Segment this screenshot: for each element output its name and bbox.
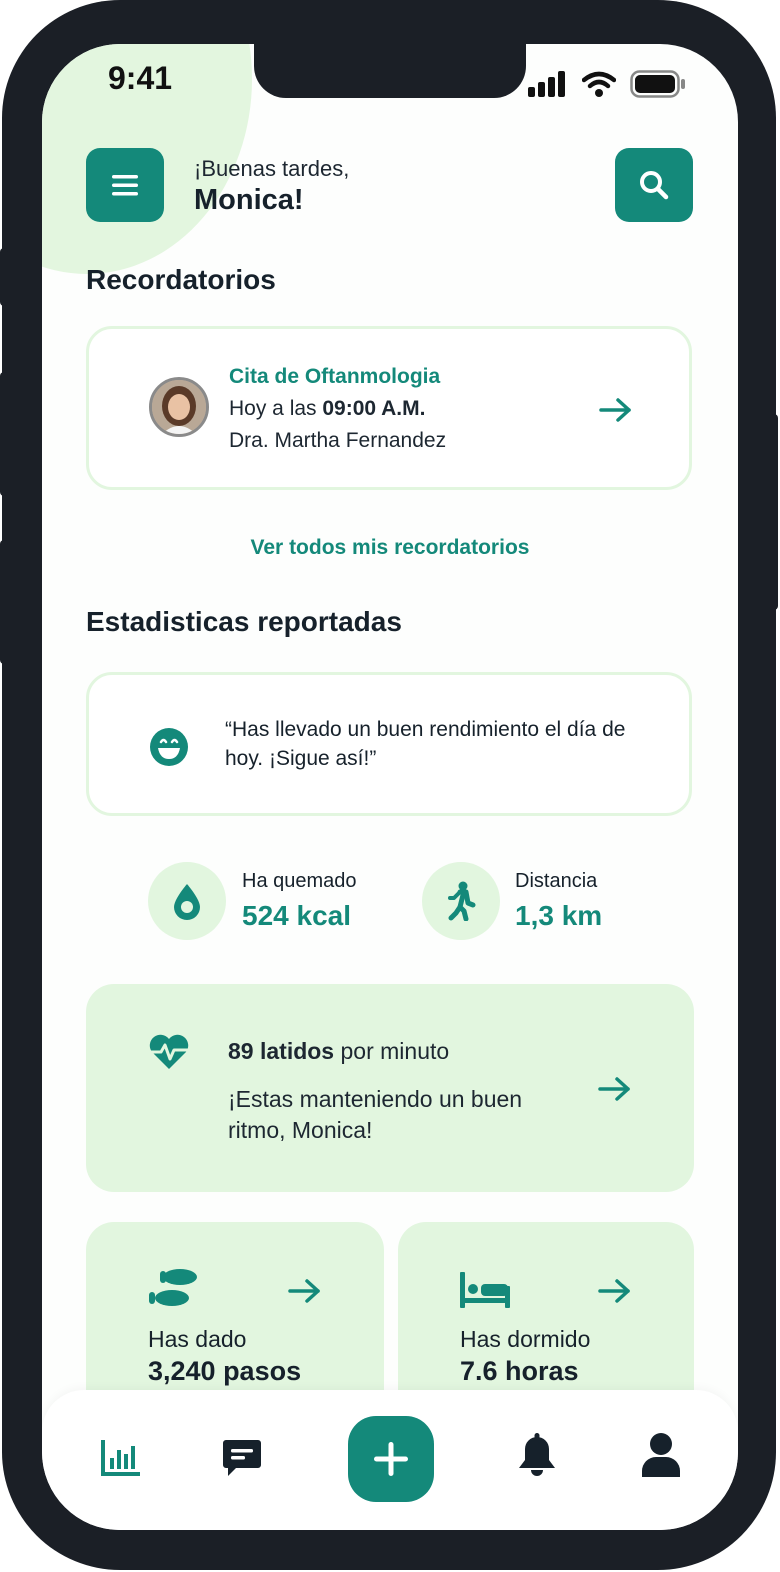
- distance-icon-circle: [422, 862, 500, 940]
- user-name: Monica!: [194, 184, 304, 216]
- doctor-avatar: [149, 377, 209, 437]
- heart-pulse-icon: [148, 1034, 190, 1069]
- heart-rate-card[interactable]: 89 latidos por minuto ¡Estas manteniendo…: [86, 984, 694, 1192]
- nav-notifications[interactable]: [512, 1430, 562, 1480]
- arrow-right-icon[interactable]: [599, 397, 633, 423]
- sleep-value: 7.6 horas: [460, 1356, 579, 1386]
- see-all-reminders-link[interactable]: Ver todos mis recordatorios: [42, 536, 738, 560]
- calories-label: Ha quemado: [242, 870, 357, 892]
- status-time: 9:41: [108, 60, 173, 96]
- app-screen: 9:41 ¡Buenas tardes, Monica! Recordatori…: [42, 44, 738, 1530]
- arrow-right-icon[interactable]: [288, 1278, 322, 1304]
- search-icon: [640, 171, 669, 200]
- distance-value: 1,3 km: [515, 900, 603, 931]
- notch: [254, 44, 526, 98]
- search-button[interactable]: [615, 148, 693, 222]
- motivation-quote: “Has llevado un buen rendimiento el día …: [225, 718, 626, 770]
- chat-icon: [223, 1440, 261, 1476]
- steps-label: Has dado: [148, 1326, 247, 1352]
- user-icon: [642, 1433, 680, 1477]
- stats-title: Estadisticas reportadas: [86, 606, 402, 637]
- wifi-icon: [582, 71, 616, 97]
- volume-up-button: [0, 372, 8, 496]
- mute-switch: [0, 248, 8, 306]
- bell-icon: [519, 1433, 555, 1476]
- arrow-right-icon[interactable]: [598, 1278, 632, 1304]
- battery-icon: [630, 70, 685, 98]
- drop-icon: [174, 884, 200, 920]
- heart-message: ¡Estas manteniendo un buen ritmo, Monica…: [228, 1086, 523, 1143]
- nav-messages[interactable]: [218, 1434, 266, 1482]
- reminder-title: Cita de Oftanmologia: [229, 365, 441, 388]
- menu-icon: [112, 175, 138, 196]
- menu-button[interactable]: [86, 148, 164, 222]
- heart-bpm: 89 latidos por minuto: [228, 1038, 450, 1064]
- volume-down-button: [0, 540, 8, 664]
- greeting-text: ¡Buenas tardes,: [194, 156, 350, 181]
- quote-card: “Has llevado un buen rendimiento el día …: [86, 672, 692, 816]
- calories-icon-circle: [148, 862, 226, 940]
- nav-stats[interactable]: [96, 1434, 144, 1482]
- power-button: [770, 414, 778, 610]
- add-button[interactable]: [348, 1416, 434, 1502]
- plus-icon: [374, 1442, 408, 1476]
- arrow-right-icon[interactable]: [598, 1076, 632, 1102]
- reminder-time: Hoy a las 09:00 A.M.: [229, 397, 426, 420]
- stats-icon: [101, 1440, 140, 1476]
- signal-icon: [528, 71, 565, 97]
- walking-icon: [448, 881, 476, 921]
- reminders-title: Recordatorios: [86, 264, 276, 295]
- bed-icon: [460, 1272, 510, 1308]
- status-icons: [528, 70, 686, 98]
- footprints-icon: [149, 1269, 197, 1306]
- sleep-label: Has dormido: [460, 1326, 591, 1352]
- distance-label: Distancia: [515, 870, 598, 892]
- reminder-doctor: Dra. Martha Fernandez: [229, 429, 447, 452]
- calories-value: 524 kcal: [242, 900, 351, 931]
- steps-value: 3,240 pasos: [148, 1356, 302, 1386]
- nav-profile[interactable]: [636, 1430, 686, 1480]
- reminder-card[interactable]: Cita de Oftanmologia Hoy a las 09:00 A.M…: [86, 326, 692, 490]
- smile-icon: [150, 728, 188, 766]
